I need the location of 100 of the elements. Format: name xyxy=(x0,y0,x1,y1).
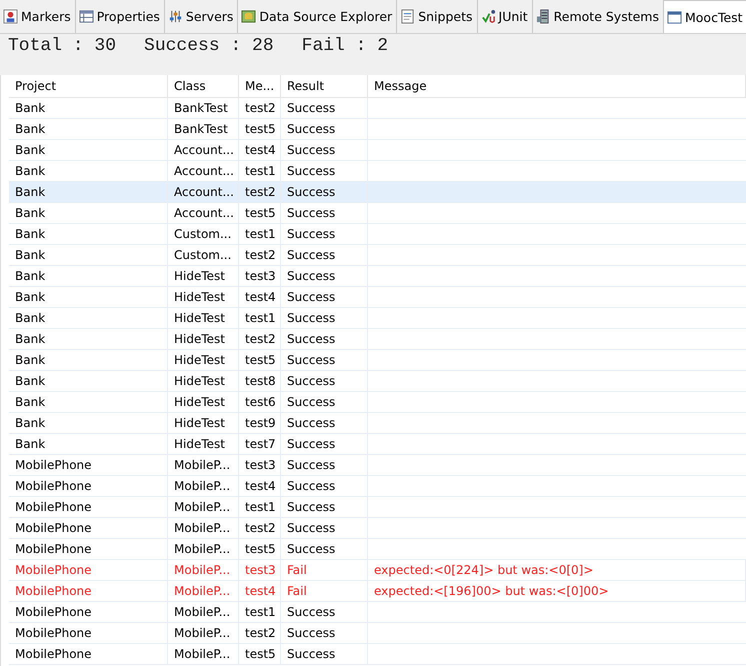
table-cell: test2 xyxy=(239,329,281,350)
table-cell: test3 xyxy=(239,455,281,476)
table-cell: test1 xyxy=(239,308,281,329)
table-cell: Success xyxy=(281,350,368,371)
table-cell: MobilePhone xyxy=(9,581,168,602)
table-cell: Success xyxy=(281,119,368,140)
table-cell: Success xyxy=(281,245,368,266)
document-icon xyxy=(400,9,416,24)
table-cell: BankTest xyxy=(168,119,239,140)
table-cell: Bank xyxy=(9,98,168,119)
table-cell: test2 xyxy=(239,98,281,119)
table-cell: test5 xyxy=(239,119,281,140)
table-cell: Success xyxy=(281,308,368,329)
table-cell: Account... xyxy=(168,140,239,161)
table-cell: Bank xyxy=(9,203,168,224)
table-cell: test2 xyxy=(239,623,281,644)
table-cell: Bank xyxy=(9,308,168,329)
table-cell: MobilePhone xyxy=(9,623,168,644)
table-cell: Account... xyxy=(168,203,239,224)
table-cell: Success xyxy=(281,476,368,497)
table-cell: Success xyxy=(281,518,368,539)
table-cell: Account... xyxy=(168,182,239,203)
table-cell: test5 xyxy=(239,203,281,224)
table-cell: Bank xyxy=(9,329,168,350)
table-cell: Bank xyxy=(9,371,168,392)
table-cell: Success xyxy=(281,623,368,644)
table-cell: test4 xyxy=(239,140,281,161)
table-cell: Success xyxy=(281,602,368,623)
table-cell: HideTest xyxy=(168,371,239,392)
table-cell: test9 xyxy=(239,413,281,434)
table-cell: test1 xyxy=(239,497,281,518)
table-cell: test4 xyxy=(239,476,281,497)
summary-count: Total : 30 xyxy=(8,36,116,56)
table-cell: Success xyxy=(281,203,368,224)
table-cell: Success xyxy=(281,287,368,308)
table-cell: MobilePhone xyxy=(9,602,168,623)
table-cell: test2 xyxy=(239,245,281,266)
view-tab[interactable]: Data Source Explorer xyxy=(238,0,398,33)
table-cell: Success xyxy=(281,434,368,455)
table-cell: Bank xyxy=(9,392,168,413)
table-cell: test5 xyxy=(239,350,281,371)
table-cell: MobilePhone xyxy=(9,560,168,581)
table-cell: MobileP... xyxy=(168,455,239,476)
table-cell: Success xyxy=(281,329,368,350)
table-cell: MobileP... xyxy=(168,476,239,497)
table-cell: test2 xyxy=(239,182,281,203)
markers-icon xyxy=(3,9,18,24)
table-cell: test3 xyxy=(239,266,281,287)
table-cell: Bank xyxy=(9,434,168,455)
table-cell: Account... xyxy=(168,161,239,182)
table-cell: test7 xyxy=(239,434,281,455)
table-cell: MobilePhone xyxy=(9,518,168,539)
junit-icon xyxy=(480,9,496,24)
table-cell: MobileP... xyxy=(168,623,239,644)
table-cell: MobilePhone xyxy=(9,455,168,476)
table-cell: HideTest xyxy=(168,287,239,308)
table-cell: test8 xyxy=(239,371,281,392)
view-tab[interactable]: Remote Systems xyxy=(532,0,664,33)
table-cell: MobileP... xyxy=(168,518,239,539)
table-cell: test2 xyxy=(239,518,281,539)
table-cell: MobileP... xyxy=(168,602,239,623)
table-cell: HideTest xyxy=(168,329,239,350)
table-cell: Success xyxy=(281,392,368,413)
table-cell: expected:<0[224]> but was:<0[0]> xyxy=(368,560,746,581)
table-cell: MobileP... xyxy=(168,539,239,560)
table-cell: Success xyxy=(281,413,368,434)
table-cell: MobileP... xyxy=(168,497,239,518)
view-tab[interactable]: Markers xyxy=(0,0,76,33)
table-cell: Success xyxy=(281,140,368,161)
table-cell: test6 xyxy=(239,392,281,413)
table-cell: test5 xyxy=(239,644,281,665)
table-cell: Success xyxy=(281,539,368,560)
table-cell: expected:<[196]00> but was:<[0]00> xyxy=(368,581,746,602)
table-cell: test3 xyxy=(239,560,281,581)
table-cell: Bank xyxy=(9,266,168,287)
table-cell: test1 xyxy=(239,224,281,245)
table-cell: Bank xyxy=(9,119,168,140)
table-cell: MobileP... xyxy=(168,581,239,602)
view-tab[interactable]: MoocTest xyxy=(664,0,746,33)
table-cell: Bank xyxy=(9,350,168,371)
table-cell: Bank xyxy=(9,224,168,245)
table-cell: MobilePhone xyxy=(9,644,168,665)
table-cell: MobilePhone xyxy=(9,497,168,518)
table-cell: Bank xyxy=(9,161,168,182)
table-cell: Success xyxy=(281,455,368,476)
table-cell: Success xyxy=(281,182,368,203)
table-cell: test5 xyxy=(239,539,281,560)
server-rack-icon xyxy=(536,9,551,24)
table-cell: BankTest xyxy=(168,98,239,119)
table-cell: HideTest xyxy=(168,392,239,413)
table-cell: Success xyxy=(281,266,368,287)
table-cell: test1 xyxy=(239,161,281,182)
table-cell: MobilePhone xyxy=(9,476,168,497)
view-tab[interactable]: JUnit xyxy=(478,0,533,33)
table-cell: Custom... xyxy=(168,224,239,245)
summary-count: Success : 28 xyxy=(144,36,274,56)
table-cell: test1 xyxy=(239,602,281,623)
table-cell: test4 xyxy=(239,581,281,602)
table-icon xyxy=(78,9,94,24)
view-tab[interactable]: Properties xyxy=(76,0,165,33)
